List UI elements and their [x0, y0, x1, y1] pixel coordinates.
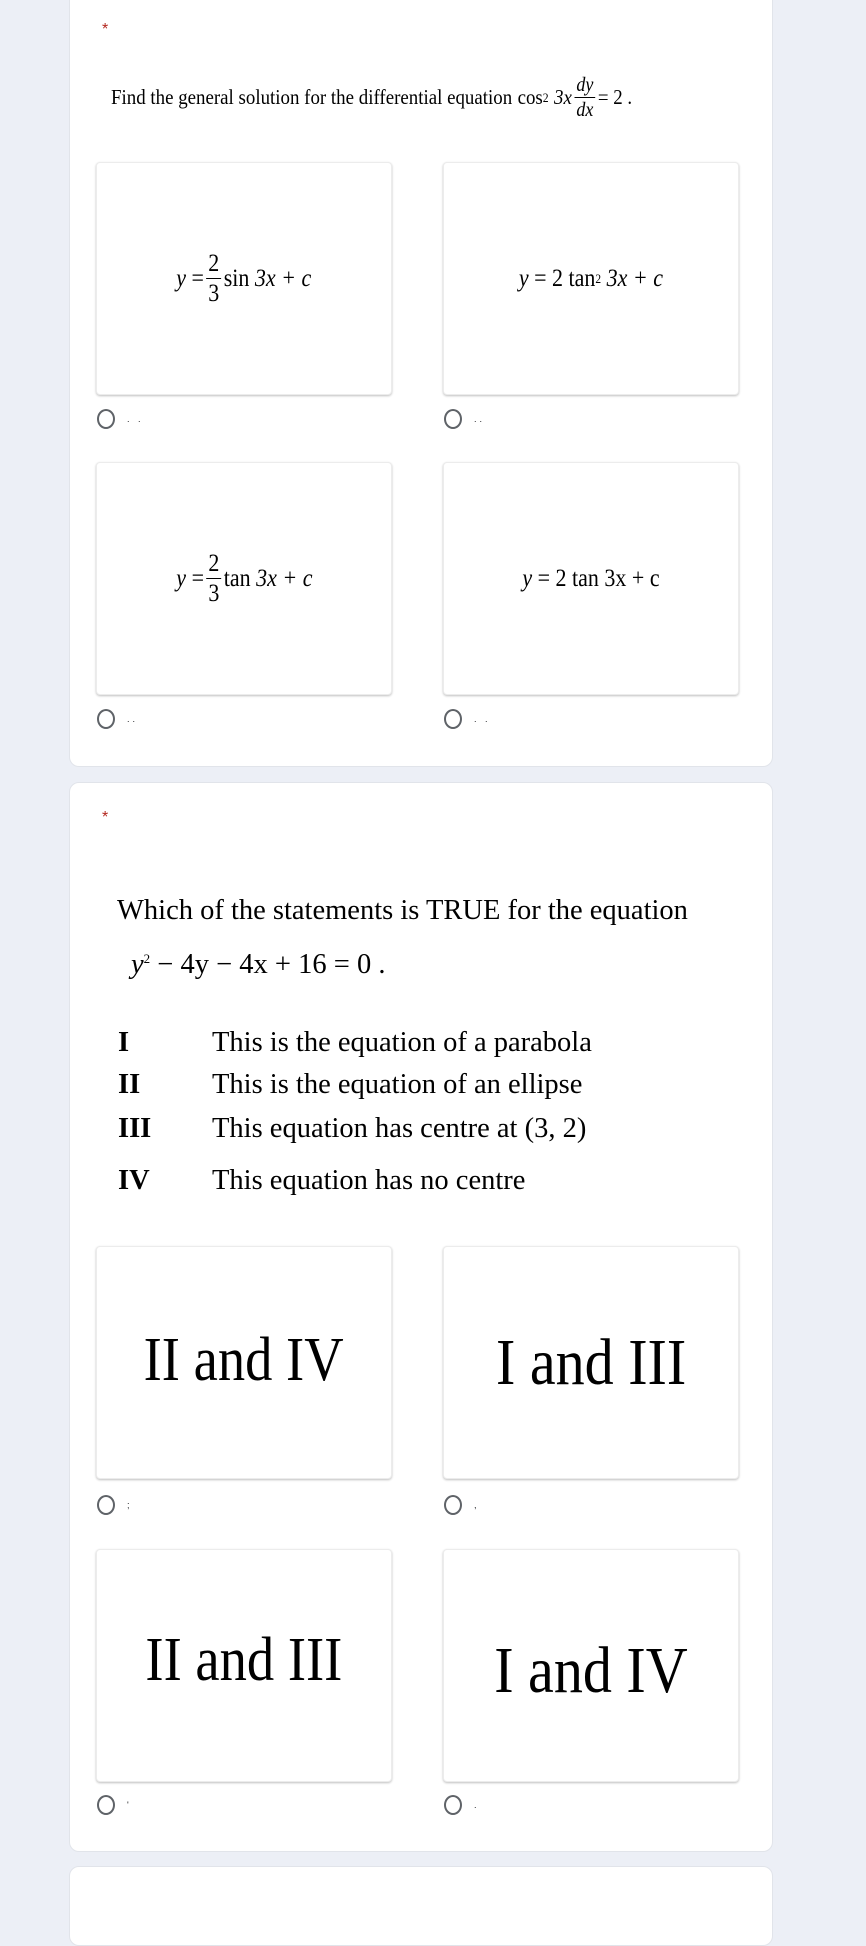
option-tile-3[interactable]: y = 23 tan 3x + c	[96, 462, 392, 695]
option-text: I and III	[495, 1325, 687, 1399]
option-formula: y = 2 tan 3x + c	[522, 565, 659, 593]
statement-number: II	[118, 1069, 141, 1100]
formula-power: 2	[595, 270, 602, 286]
statement-item: III This equation has centre at (3, 2)	[118, 1105, 592, 1153]
formula-body: = 2 tan 3x + c	[537, 564, 660, 592]
required-asterisk: *	[102, 809, 109, 826]
option-label: .	[474, 1800, 480, 1810]
option-radio-row-2[interactable]: ..	[444, 408, 485, 430]
formula-y: y	[175, 564, 186, 592]
formula-body: = 2 tan	[534, 264, 596, 292]
formula-num: 2	[206, 250, 222, 279]
radio-button[interactable]	[444, 709, 462, 729]
formula-fn: sin	[223, 264, 250, 292]
statement-number: I	[118, 1027, 130, 1058]
eq-num: dy	[574, 74, 596, 98]
option-tile-1[interactable]: y = 23 sin 3x + c	[96, 162, 392, 395]
question-card-1: * Find the general solution for the diff…	[69, 0, 773, 767]
eq-power: 2	[542, 89, 549, 105]
statement-text: This equation has no centre	[212, 1165, 526, 1196]
question-prompt: Which of the statements is TRUE for the …	[117, 895, 688, 926]
statement-item: IV This equation has no centre	[118, 1153, 592, 1209]
statement-item: I This is the equation of a parabola	[118, 1021, 592, 1065]
option-formula: y = 23 tan 3x + c	[176, 551, 312, 606]
eq-y: y	[131, 949, 144, 980]
statement-number: IV	[118, 1165, 150, 1196]
radio-button[interactable]	[97, 709, 115, 729]
eq-power: 2	[143, 951, 151, 966]
formula-rest: 3x + c	[255, 264, 312, 292]
statement-item: II This is the equation of an ellipse	[118, 1065, 592, 1105]
radio-button[interactable]	[444, 409, 462, 429]
formula-y: y	[176, 264, 187, 292]
option-formula: y = 23 sin 3x + c	[176, 251, 311, 306]
option-tile-4[interactable]: I and IV	[443, 1549, 739, 1782]
eq-den: dx	[576, 99, 594, 121]
option-label: ,	[474, 1500, 480, 1510]
option-label: ..	[474, 414, 486, 424]
radio-button[interactable]	[444, 1795, 462, 1815]
formula-rest: 3x + c	[255, 564, 313, 592]
formula-rest: 3x + c	[606, 264, 664, 292]
option-text: I and IV	[494, 1633, 688, 1707]
option-label: ;	[127, 1500, 133, 1510]
question-card-2: * Which of the statements is TRUE for th…	[69, 782, 773, 1852]
eq-cos: cos	[517, 85, 543, 109]
formula-eq: =	[191, 264, 205, 292]
statement-number: III	[118, 1113, 152, 1144]
formula-fn: tan	[223, 564, 251, 592]
option-text: II and III	[145, 1626, 343, 1694]
formula-den: 3	[208, 280, 220, 307]
statement-list: I This is the equation of a parabola II …	[118, 1021, 592, 1209]
statement-text: This is the equation of an ellipse	[212, 1069, 583, 1100]
option-radio-row-4[interactable]: .	[444, 1794, 480, 1816]
option-radio-row-3[interactable]: ..	[97, 708, 138, 730]
option-radio-row-1[interactable]: . .	[97, 408, 144, 430]
option-tile-2[interactable]: I and III	[443, 1246, 739, 1479]
option-radio-row-1[interactable]: ;	[97, 1494, 133, 1516]
formula-den: 3	[207, 580, 219, 607]
formula-y: y	[522, 564, 533, 592]
question-title: Find the general solution for the differ…	[111, 75, 632, 120]
radio-button[interactable]	[444, 1495, 462, 1515]
required-asterisk: *	[102, 21, 109, 38]
formula-y: y	[518, 264, 529, 292]
option-formula: y = 2 tan 2 3x + c	[519, 265, 663, 293]
question-equation: cos 2 3x dy dx = 2 .	[518, 75, 633, 120]
option-tile-2[interactable]: y = 2 tan 2 3x + c	[443, 162, 739, 395]
radio-button[interactable]	[97, 409, 115, 429]
eq-arg: 3x	[554, 85, 572, 109]
option-tile-4[interactable]: y = 2 tan 3x + c	[443, 462, 739, 695]
radio-button[interactable]	[97, 1795, 115, 1815]
formula-eq: =	[191, 564, 204, 592]
statement-text: This is the equation of a parabola	[212, 1027, 592, 1058]
eq-rest: − 4y − 4x + 16 = 0 .	[157, 949, 386, 980]
option-text: II and IV	[144, 1326, 344, 1394]
option-radio-row-4[interactable]: . .	[444, 708, 491, 730]
option-label: . .	[127, 414, 144, 424]
option-label: ..	[127, 714, 139, 724]
option-radio-row-3[interactable]: '	[97, 1794, 132, 1816]
option-label: . .	[474, 714, 491, 724]
option-tile-1[interactable]: II and IV	[96, 1246, 392, 1479]
question-title: Which of the statements is TRUE for the …	[117, 887, 688, 989]
statement-text: This equation has centre at (3, 2)	[212, 1113, 587, 1144]
question-card-3	[69, 1866, 773, 1946]
formula-num: 2	[206, 550, 221, 579]
eq-rhs: = 2 .	[597, 85, 633, 109]
option-label: '	[127, 1800, 132, 1810]
option-tile-3[interactable]: II and III	[96, 1549, 392, 1782]
radio-button[interactable]	[97, 1495, 115, 1515]
question-prompt: Find the general solution for the differ…	[111, 85, 513, 109]
question-equation: y2 − 4y − 4x + 16 = 0 .	[117, 935, 688, 989]
option-radio-row-2[interactable]: ,	[444, 1494, 480, 1516]
